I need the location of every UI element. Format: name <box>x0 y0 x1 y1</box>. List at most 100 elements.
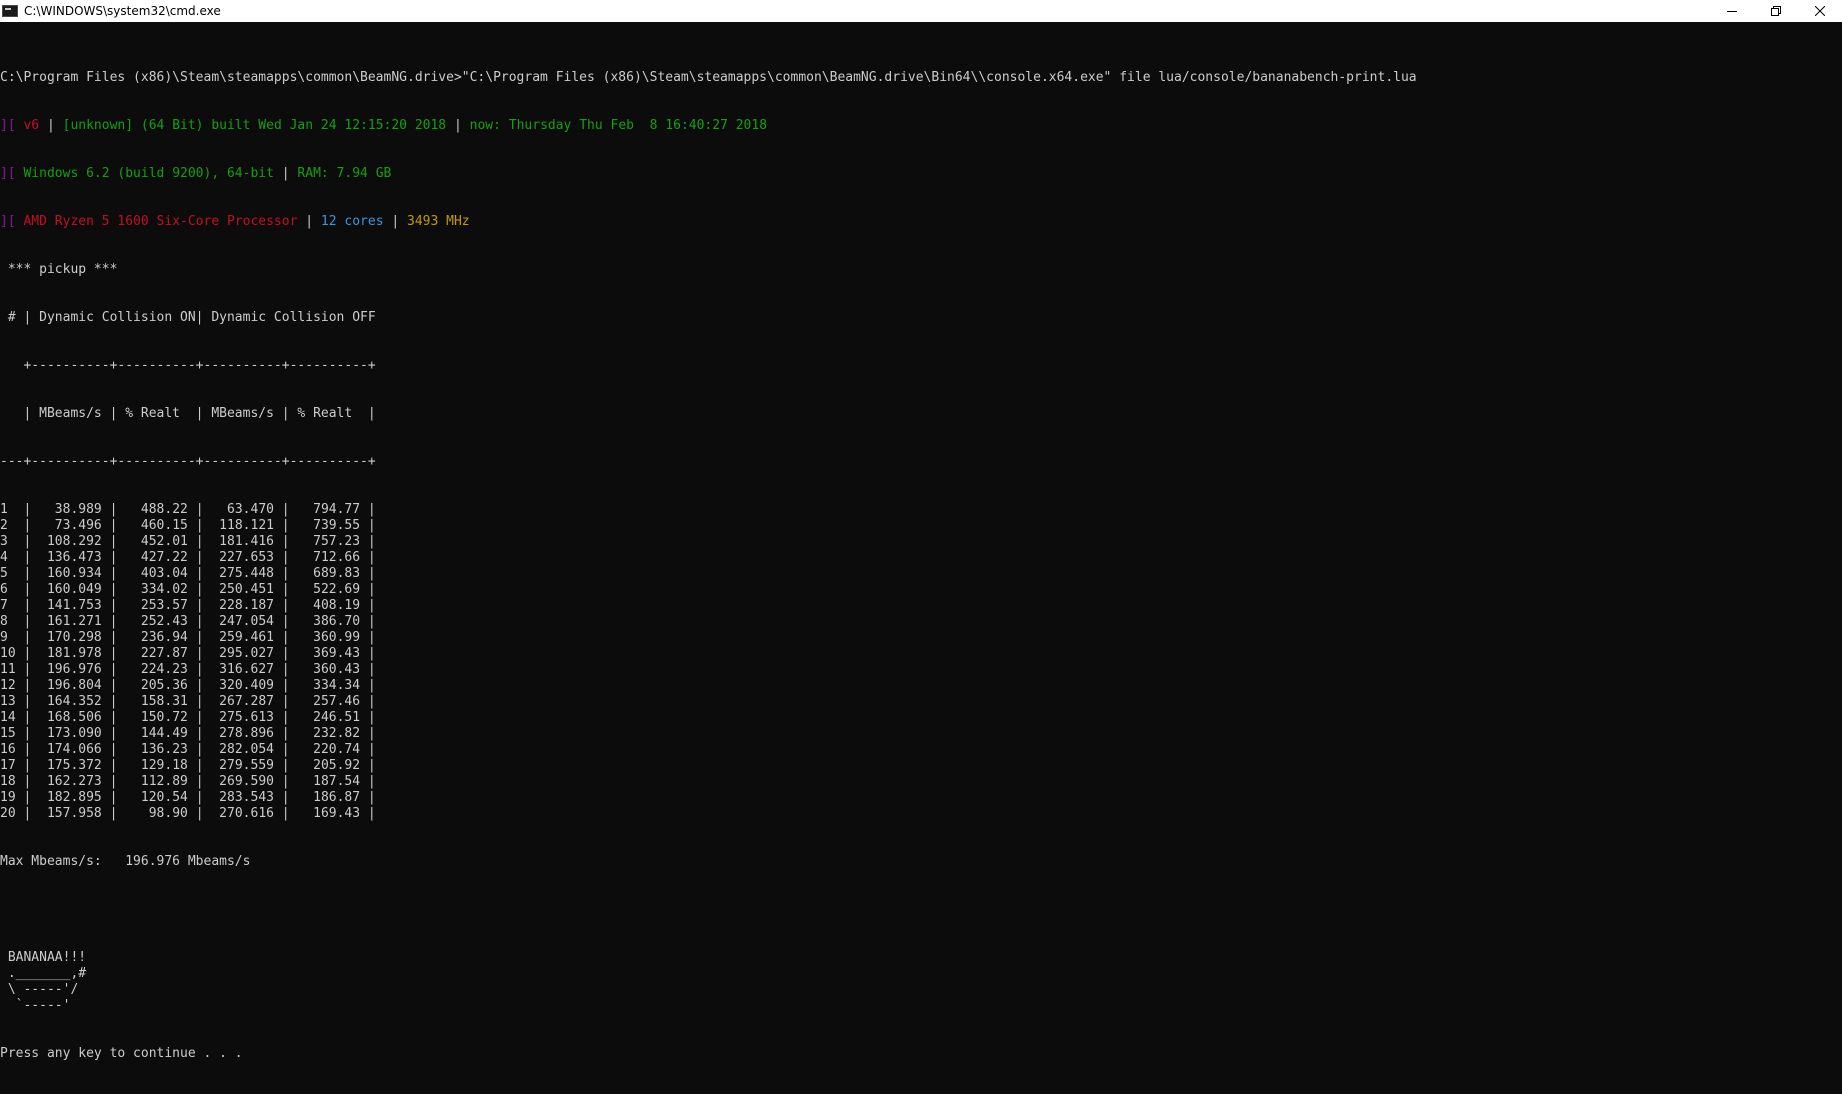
table-row: 19 | 182.895 | 120.54 | 283.543 | 186.87… <box>0 790 1417 806</box>
banana-art-line: \ -----'/ <box>0 982 79 997</box>
console-output[interactable]: C:\Program Files (x86)\Steam\steamapps\c… <box>0 38 1417 1094</box>
build-text: [unknown] (64 Bit) built Wed Jan 24 12:1… <box>62 118 447 133</box>
row-index: 13 <box>0 694 16 709</box>
banana-art-line: `-----' <box>0 998 71 1013</box>
cell-separator: | <box>101 774 126 789</box>
cell-off-mbeams: 279.559 <box>211 758 274 773</box>
cell-on-mbeams: 141.753 <box>39 598 102 613</box>
now-text: now: Thursday Thu Feb 8 16:40:27 2018 <box>469 118 768 133</box>
cell-separator: | <box>15 598 40 613</box>
cell-on-realt: 252.43 <box>125 614 188 629</box>
separator: | <box>39 118 63 133</box>
cell-separator: | <box>273 598 298 613</box>
cell-off-mbeams: 267.287 <box>211 694 274 709</box>
cell-separator: | <box>15 726 40 741</box>
cell-off-mbeams: 283.543 <box>211 790 274 805</box>
cell-separator: | <box>187 694 212 709</box>
cell-separator: | <box>187 758 212 773</box>
row-index: 12 <box>0 678 16 693</box>
cell-off-realt: 757.23 <box>297 534 361 549</box>
cell-separator: | <box>187 710 212 725</box>
cell-separator: | <box>360 534 376 549</box>
cell-separator: | <box>15 790 40 805</box>
separator: | <box>446 118 470 133</box>
close-button[interactable] <box>1798 0 1842 22</box>
cell-separator: | <box>101 678 126 693</box>
cell-separator: | <box>273 774 298 789</box>
cell-separator: | <box>187 646 212 661</box>
cell-separator: | <box>101 582 126 597</box>
cell-separator: | <box>187 662 212 677</box>
cell-separator: | <box>15 678 40 693</box>
cell-off-realt: 187.54 <box>297 774 361 789</box>
row-index: 2 <box>0 518 16 533</box>
restore-button[interactable] <box>1754 0 1798 22</box>
cell-separator: | <box>273 582 298 597</box>
cell-separator: | <box>360 742 376 757</box>
table-border-2: ---+----------+----------+----------+---… <box>0 454 376 469</box>
row-index: 20 <box>0 806 16 821</box>
cell-separator: | <box>360 806 376 821</box>
minimize-button[interactable] <box>1710 0 1754 22</box>
cell-separator: | <box>360 790 376 805</box>
cell-off-realt: 334.34 <box>297 678 361 693</box>
cell-off-mbeams: 259.461 <box>211 630 274 645</box>
info-prefix: ][ <box>0 166 16 181</box>
cell-on-realt: 120.54 <box>125 790 188 805</box>
cell-separator: | <box>187 502 212 517</box>
cell-on-mbeams: 162.273 <box>39 774 102 789</box>
cell-off-mbeams: 228.187 <box>211 598 274 613</box>
cell-separator: | <box>360 726 376 741</box>
separator: | <box>383 214 408 229</box>
cell-separator: | <box>15 630 40 645</box>
cell-off-realt: 522.69 <box>297 582 361 597</box>
cell-separator: | <box>15 550 40 565</box>
cell-separator: | <box>187 582 212 597</box>
cell-off-realt: 220.74 <box>297 742 361 757</box>
cell-separator: | <box>187 598 212 613</box>
table-row: 10 | 181.978 | 227.87 | 295.027 | 369.43… <box>0 646 1417 662</box>
cell-on-mbeams: 164.352 <box>39 694 102 709</box>
cell-off-mbeams: 275.613 <box>211 710 274 725</box>
info-prefix: ][ <box>0 118 16 133</box>
cell-separator: | <box>101 694 126 709</box>
cell-off-realt: 360.43 <box>297 662 361 677</box>
cell-separator: | <box>360 566 376 581</box>
cell-separator: | <box>15 806 40 821</box>
table-row: 13 | 164.352 | 158.31 | 267.287 | 257.46… <box>0 694 1417 710</box>
cell-separator: | <box>187 726 212 741</box>
table-row: 4 | 136.473 | 427.22 | 227.653 | 712.66 … <box>0 550 1417 566</box>
cell-off-realt: 739.55 <box>297 518 361 533</box>
cell-separator: | <box>187 614 212 629</box>
table-row: 9 | 170.298 | 236.94 | 259.461 | 360.99 … <box>0 630 1417 646</box>
cell-on-realt: 205.36 <box>125 678 188 693</box>
cell-separator: | <box>273 806 298 821</box>
cell-separator: | <box>187 518 212 533</box>
cell-on-mbeams: 73.496 <box>39 518 102 533</box>
cell-separator: | <box>273 534 298 549</box>
cell-separator: | <box>360 550 376 565</box>
mhz-text: 3493 MHz <box>407 214 470 229</box>
cell-separator: | <box>15 758 40 773</box>
row-index: 6 <box>0 582 16 597</box>
cell-on-realt: 144.49 <box>125 726 188 741</box>
cell-separator: | <box>101 742 126 757</box>
table-row: 17 | 175.372 | 129.18 | 279.559 | 205.92… <box>0 758 1417 774</box>
cell-separator: | <box>101 534 126 549</box>
cell-off-realt: 712.66 <box>297 550 361 565</box>
cell-on-realt: 452.01 <box>125 534 188 549</box>
cell-off-mbeams: 316.627 <box>211 662 274 677</box>
cmd-app-icon[interactable] <box>2 5 18 17</box>
cell-separator: | <box>360 774 376 789</box>
table-row: 11 | 196.976 | 224.23 | 316.627 | 360.43… <box>0 662 1417 678</box>
title-bar[interactable]: C:\WINDOWS\system32\cmd.exe <box>0 0 1842 22</box>
table-row: 18 | 162.273 | 112.89 | 269.590 | 187.54… <box>0 774 1417 790</box>
table-row: 2 | 73.496 | 460.15 | 118.121 | 739.55 | <box>0 518 1417 534</box>
cell-on-realt: 334.02 <box>125 582 188 597</box>
cell-separator: | <box>101 662 126 677</box>
cell-off-mbeams: 118.121 <box>211 518 274 533</box>
row-index: 9 <box>0 630 16 645</box>
cell-separator: | <box>15 646 40 661</box>
cell-on-mbeams: 174.066 <box>39 742 102 757</box>
row-index: 11 <box>0 662 16 677</box>
